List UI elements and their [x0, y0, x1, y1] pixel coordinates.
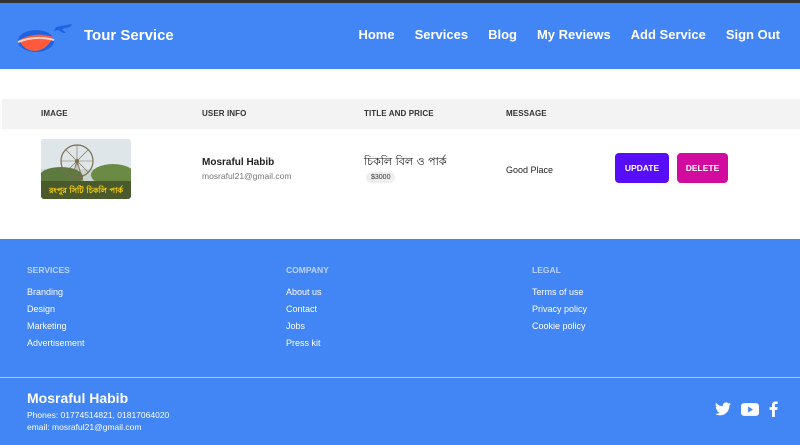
delete-button[interactable]: DELETE	[677, 153, 728, 183]
brand-name: Tour Service	[84, 26, 174, 44]
footer-link-jobs[interactable]: Jobs	[286, 321, 329, 331]
column-header-user-info: USER INFO	[202, 109, 247, 118]
footer-link-branding[interactable]: Branding	[27, 287, 85, 297]
footer-column-title: COMPANY	[286, 265, 329, 275]
footer-link-press-kit[interactable]: Press kit	[286, 338, 329, 348]
navbar: Tour Service Home Services Blog My Revie…	[0, 3, 800, 69]
footer-link-cookie[interactable]: Cookie policy	[532, 321, 587, 331]
brand[interactable]: Tour Service	[16, 21, 174, 57]
youtube-icon[interactable]	[741, 402, 759, 416]
footer-link-design[interactable]: Design	[27, 304, 85, 314]
column-header-image: IMAGE	[41, 109, 68, 118]
nav-services[interactable]: Services	[415, 27, 469, 42]
price-badge: $3000	[366, 172, 396, 183]
table-header: IMAGE USER INFO TITLE AND PRICE MESSAGE	[2, 99, 800, 129]
footer-column-services: SERVICES Branding Design Marketing Adver…	[27, 265, 85, 355]
footer-link-contact[interactable]: Contact	[286, 304, 329, 314]
footer-link-terms[interactable]: Terms of use	[532, 287, 587, 297]
nav-add-service[interactable]: Add Service	[631, 27, 706, 42]
footer-column-company: COMPANY About us Contact Jobs Press kit	[286, 265, 329, 355]
table-row: রংপুর সিটি চিকলি পার্ক Mosraful Habib mo…	[2, 129, 800, 209]
nav-my-reviews[interactable]: My Reviews	[537, 27, 611, 42]
review-message: Good Place	[506, 165, 554, 175]
social-links	[705, 401, 778, 417]
owner-phones: Phones: 01774514821, 01817064020	[27, 410, 170, 420]
footer-column-title: LEGAL	[532, 265, 561, 275]
nav-links: Home Services Blog My Reviews Add Servic…	[338, 27, 780, 42]
service-title: চিকলি বিল ও পার্ক	[364, 155, 447, 168]
footer: SERVICES Branding Design Marketing Adver…	[0, 239, 800, 445]
update-button[interactable]: UPDATE	[615, 153, 669, 183]
nav-home[interactable]: Home	[358, 27, 394, 42]
footer-link-marketing[interactable]: Marketing	[27, 321, 85, 331]
footer-column-title: SERVICES	[27, 265, 70, 275]
footer-link-advertisement[interactable]: Advertisement	[27, 338, 85, 348]
user-name: Mosraful Habib	[202, 157, 275, 168]
footer-link-privacy[interactable]: Privacy policy	[532, 304, 587, 314]
nav-sign-out[interactable]: Sign Out	[726, 27, 780, 42]
owner-name: Mosraful Habib	[27, 390, 129, 406]
user-email: mosraful21@gmail.com	[202, 171, 292, 181]
service-thumbnail: রংপুর সিটি চিকলি পার্ক	[41, 139, 131, 199]
owner-info: Mosraful Habib Phones: 01774514821, 0181…	[27, 390, 169, 433]
column-header-title-price: TITLE AND PRICE	[364, 109, 434, 118]
twitter-icon[interactable]	[715, 402, 731, 416]
facebook-icon[interactable]	[769, 401, 778, 417]
column-header-message: MESSAGE	[506, 109, 547, 118]
footer-column-legal: LEGAL Terms of use Privacy policy Cookie…	[532, 265, 587, 338]
thumbnail-caption: রংপুর সিটি চিকলি পার্ক	[48, 184, 124, 196]
owner-email: email: mosraful21@gmail.com	[27, 422, 142, 432]
footer-divider	[0, 377, 800, 378]
footer-link-about-us[interactable]: About us	[286, 287, 329, 297]
nav-blog[interactable]: Blog	[488, 27, 517, 42]
airplane-logo-icon	[16, 21, 74, 57]
